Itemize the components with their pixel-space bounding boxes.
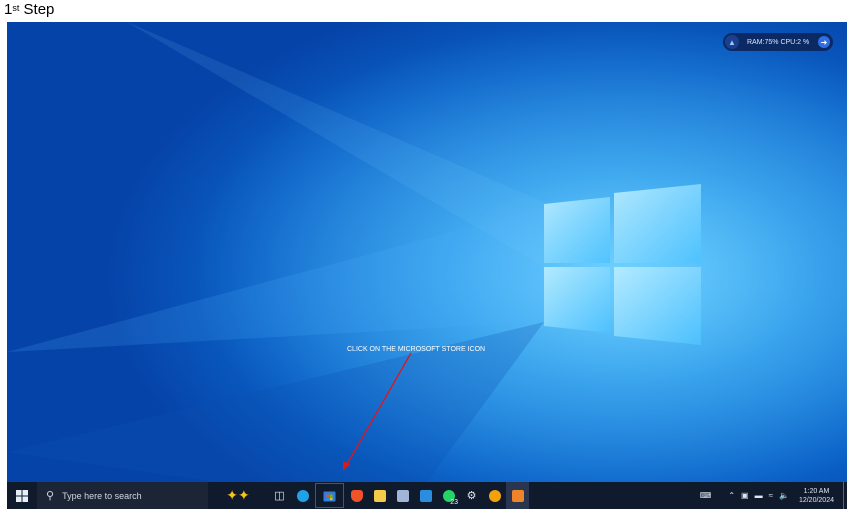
- task-view-icon[interactable]: ◫: [268, 482, 291, 509]
- red-arrow: [343, 352, 412, 471]
- chrome-browser-icon[interactable]: [483, 482, 506, 509]
- file-explorer-icon[interactable]: [368, 482, 391, 509]
- system-tray: ⌨ ⌃ ▣ ▬ ≈ 🔈 1:20 AM 12/20/2024: [697, 482, 847, 509]
- keyboard-icon[interactable]: ⌨: [700, 491, 712, 500]
- snipping-tool-icon[interactable]: [391, 482, 414, 509]
- copilot-sparkle-icon[interactable]: ✦✦: [208, 482, 268, 509]
- taskbar: ⚲ Type here to search ✦✦ ◫ 23 ⚙ ⌨ ⌃ ▣ ▬ …: [7, 482, 847, 509]
- clock-time: 1:20 AM: [803, 487, 830, 495]
- volume-icon[interactable]: 🔈: [779, 491, 789, 500]
- store-bag-icon: [323, 491, 336, 502]
- start-button[interactable]: [7, 482, 37, 509]
- search-placeholder: Type here to search: [62, 490, 142, 501]
- whatsapp-icon[interactable]: 23: [437, 482, 460, 509]
- desktop: ▲ RAM:75% CPU:2 % ➜ CLICK ON THE MICROSO…: [7, 22, 847, 509]
- brave-browser-icon[interactable]: [345, 482, 368, 509]
- show-desktop-button[interactable]: [843, 482, 847, 509]
- clock[interactable]: 1:20 AM 12/20/2024: [796, 487, 837, 505]
- network-device-icon[interactable]: ▣: [741, 491, 749, 500]
- edge-browser-icon[interactable]: [291, 482, 314, 509]
- windows-start-icon: [16, 489, 28, 502]
- step-caption: 1st Step: [4, 1, 55, 18]
- battery-icon[interactable]: ▬: [755, 491, 763, 500]
- microsoft-store-icon[interactable]: [314, 482, 345, 509]
- clock-date: 12/20/2024: [798, 496, 834, 504]
- chevron-up-icon[interactable]: ⌃: [728, 491, 735, 500]
- wifi-icon[interactable]: ≈: [769, 491, 773, 500]
- whatsapp-badge: 23: [450, 499, 458, 506]
- media-player-icon[interactable]: [506, 482, 529, 509]
- search-icon: ⚲: [46, 490, 55, 502]
- mail-icon[interactable]: [414, 482, 437, 509]
- search-box[interactable]: ⚲ Type here to search: [37, 482, 208, 509]
- settings-gear-icon[interactable]: ⚙: [460, 482, 483, 509]
